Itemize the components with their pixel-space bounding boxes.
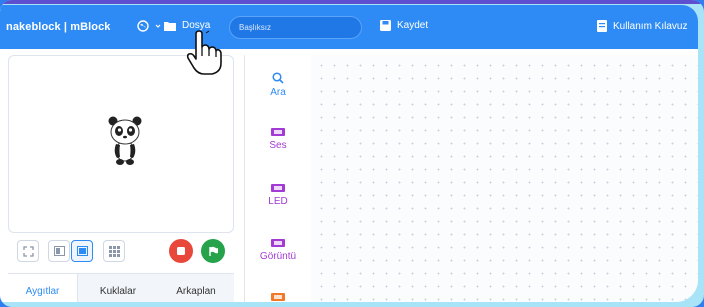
category-display[interactable]: Görüntü (245, 238, 311, 262)
tab-sprites[interactable]: Kuklalar (78, 274, 158, 302)
category-label: Görüntü (259, 251, 297, 262)
small-stage-button[interactable] (48, 240, 70, 262)
grid-icon (108, 245, 120, 257)
sprite-tabs: Aygıtlar Kuklalar Arkaplan (8, 273, 234, 302)
search-icon (272, 72, 284, 84)
mblock-app-window: nakeblock | mBlock Dosya Başlıksız Kayde… (0, 5, 698, 302)
book-icon (597, 20, 607, 32)
normal-stage-button[interactable] (71, 240, 93, 262)
folder-icon (164, 21, 176, 31)
flag-icon (208, 246, 218, 256)
stage-canvas[interactable] (8, 55, 234, 233)
block-category-icon (271, 293, 285, 301)
chevron-down-icon (155, 24, 161, 28)
frame-top-border (0, 0, 704, 4)
small-stage-icon (53, 246, 65, 256)
tab-devices[interactable]: Aygıtlar (8, 274, 78, 302)
category-led[interactable]: LED (245, 183, 311, 207)
normal-stage-icon (76, 246, 88, 256)
save-label: Kaydet (397, 20, 429, 31)
category-search[interactable]: Ara (245, 72, 311, 98)
language-globe-button[interactable] (137, 20, 161, 32)
panda-sprite[interactable] (108, 114, 142, 166)
grid-view-button[interactable] (103, 240, 125, 262)
tab-backdrops[interactable]: Arkaplan (158, 274, 234, 302)
user-guide-label: Kullanım Kılavuz (613, 20, 688, 32)
block-category-list: Ara Ses LED Görüntü (244, 55, 312, 302)
green-flag-button[interactable] (201, 239, 225, 263)
category-label: Ara (270, 87, 286, 98)
screenshot-frame: nakeblock | mBlock Dosya Başlıksız Kayde… (0, 0, 704, 307)
top-menu-bar: nakeblock | mBlock Dosya Başlıksız Kayde… (0, 5, 698, 49)
stop-icon (177, 247, 185, 255)
save-disk-icon (380, 20, 391, 31)
category-sound[interactable]: Ses (245, 127, 311, 151)
save-button[interactable]: Kaydet (380, 20, 428, 31)
script-workspace[interactable] (311, 55, 698, 302)
fullscreen-button[interactable] (17, 240, 39, 262)
hand-pointer-cursor-icon (186, 30, 222, 75)
stop-button[interactable] (169, 239, 193, 263)
sound-block-icon (271, 128, 285, 136)
category-label: Ses (269, 140, 287, 151)
display-block-icon (271, 239, 285, 247)
user-guide-button[interactable]: Kullanım Kılavuz (597, 20, 687, 32)
project-title-input[interactable] (229, 16, 362, 39)
app-logo: nakeblock | mBlock (6, 21, 111, 33)
globe-icon (137, 20, 149, 32)
fullscreen-icon (22, 245, 34, 257)
led-block-icon (271, 184, 285, 192)
stage-controls (8, 237, 234, 273)
category-next[interactable] (245, 292, 311, 302)
category-label: LED (268, 196, 288, 207)
